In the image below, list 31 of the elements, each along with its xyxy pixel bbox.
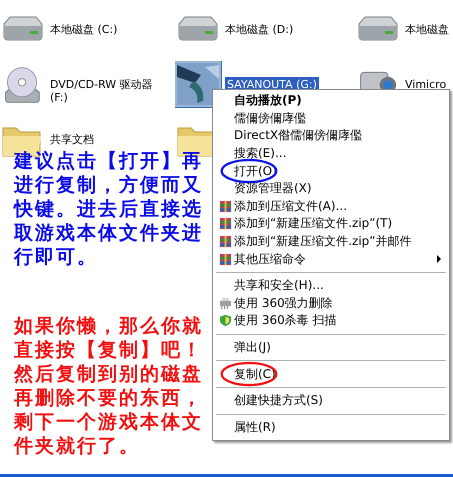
- archive-icon: [218, 217, 232, 230]
- menu-item[interactable]: 自动播放(P): [213, 92, 449, 110]
- drive-label[interactable]: 本地磁盘 (D:): [223, 22, 296, 37]
- drive-label[interactable]: Vimicro: [403, 77, 448, 92]
- drive-label[interactable]: 共享文档: [48, 132, 96, 147]
- shredder-icon: [218, 296, 232, 310]
- menu-item[interactable]: 搜索(E)...: [213, 144, 449, 162]
- submenu-arrow-icon: [437, 255, 441, 264]
- menu-item[interactable]: 创建快捷方式(S): [213, 392, 449, 410]
- archive-icon: [218, 252, 232, 266]
- menu-item[interactable]: DirectX偺儒儞傍儞庨儖: [213, 127, 449, 145]
- menu-item[interactable]: 添加到“新建压缩文件.zip”并邮件: [213, 232, 449, 250]
- menu-item[interactable]: 儒儞傍儞庨儖: [213, 110, 449, 128]
- drive-label[interactable]: 本地磁盘: [403, 22, 451, 37]
- menu-item[interactable]: 其他压缩命令: [213, 250, 449, 268]
- archive-icon: [218, 235, 232, 248]
- menu-item[interactable]: 共享和安全(H)...: [213, 276, 449, 295]
- menu-item[interactable]: 弹出(J): [213, 338, 449, 356]
- annotation-text: 建议点击【打开】再进行复制，方便而又快键。进去后直接选取游戏本体文件夹进行即可。: [14, 149, 204, 269]
- menu-item[interactable]: 属性(R): [213, 418, 449, 436]
- annotation-text: 如果你懒，那么你就直接按【复制】吧！然后复制到别的磁盘再删除不要的东西，剩下一个游戏本体文件夹就行了。: [14, 314, 204, 458]
- shield-icon: [218, 314, 232, 328]
- menu-item[interactable]: 资源管理器(X): [213, 180, 449, 198]
- menu-item[interactable]: 使用 360强力删除: [213, 294, 449, 312]
- archive-icon: [218, 200, 232, 213]
- drive-label[interactable]: 本地磁盘 (C:): [48, 22, 120, 37]
- menu-item[interactable]: 复制(C): [213, 365, 449, 383]
- drive-label[interactable]: DVD/CD-RW 驱动器 (F:): [48, 77, 172, 105]
- menu-item[interactable]: 添加到“新建压缩文件.zip”(T): [213, 215, 449, 233]
- menu-item[interactable]: 使用 360杀毒 扫描: [213, 312, 449, 330]
- menu-item[interactable]: 添加到压缩文件(A)...: [213, 198, 449, 216]
